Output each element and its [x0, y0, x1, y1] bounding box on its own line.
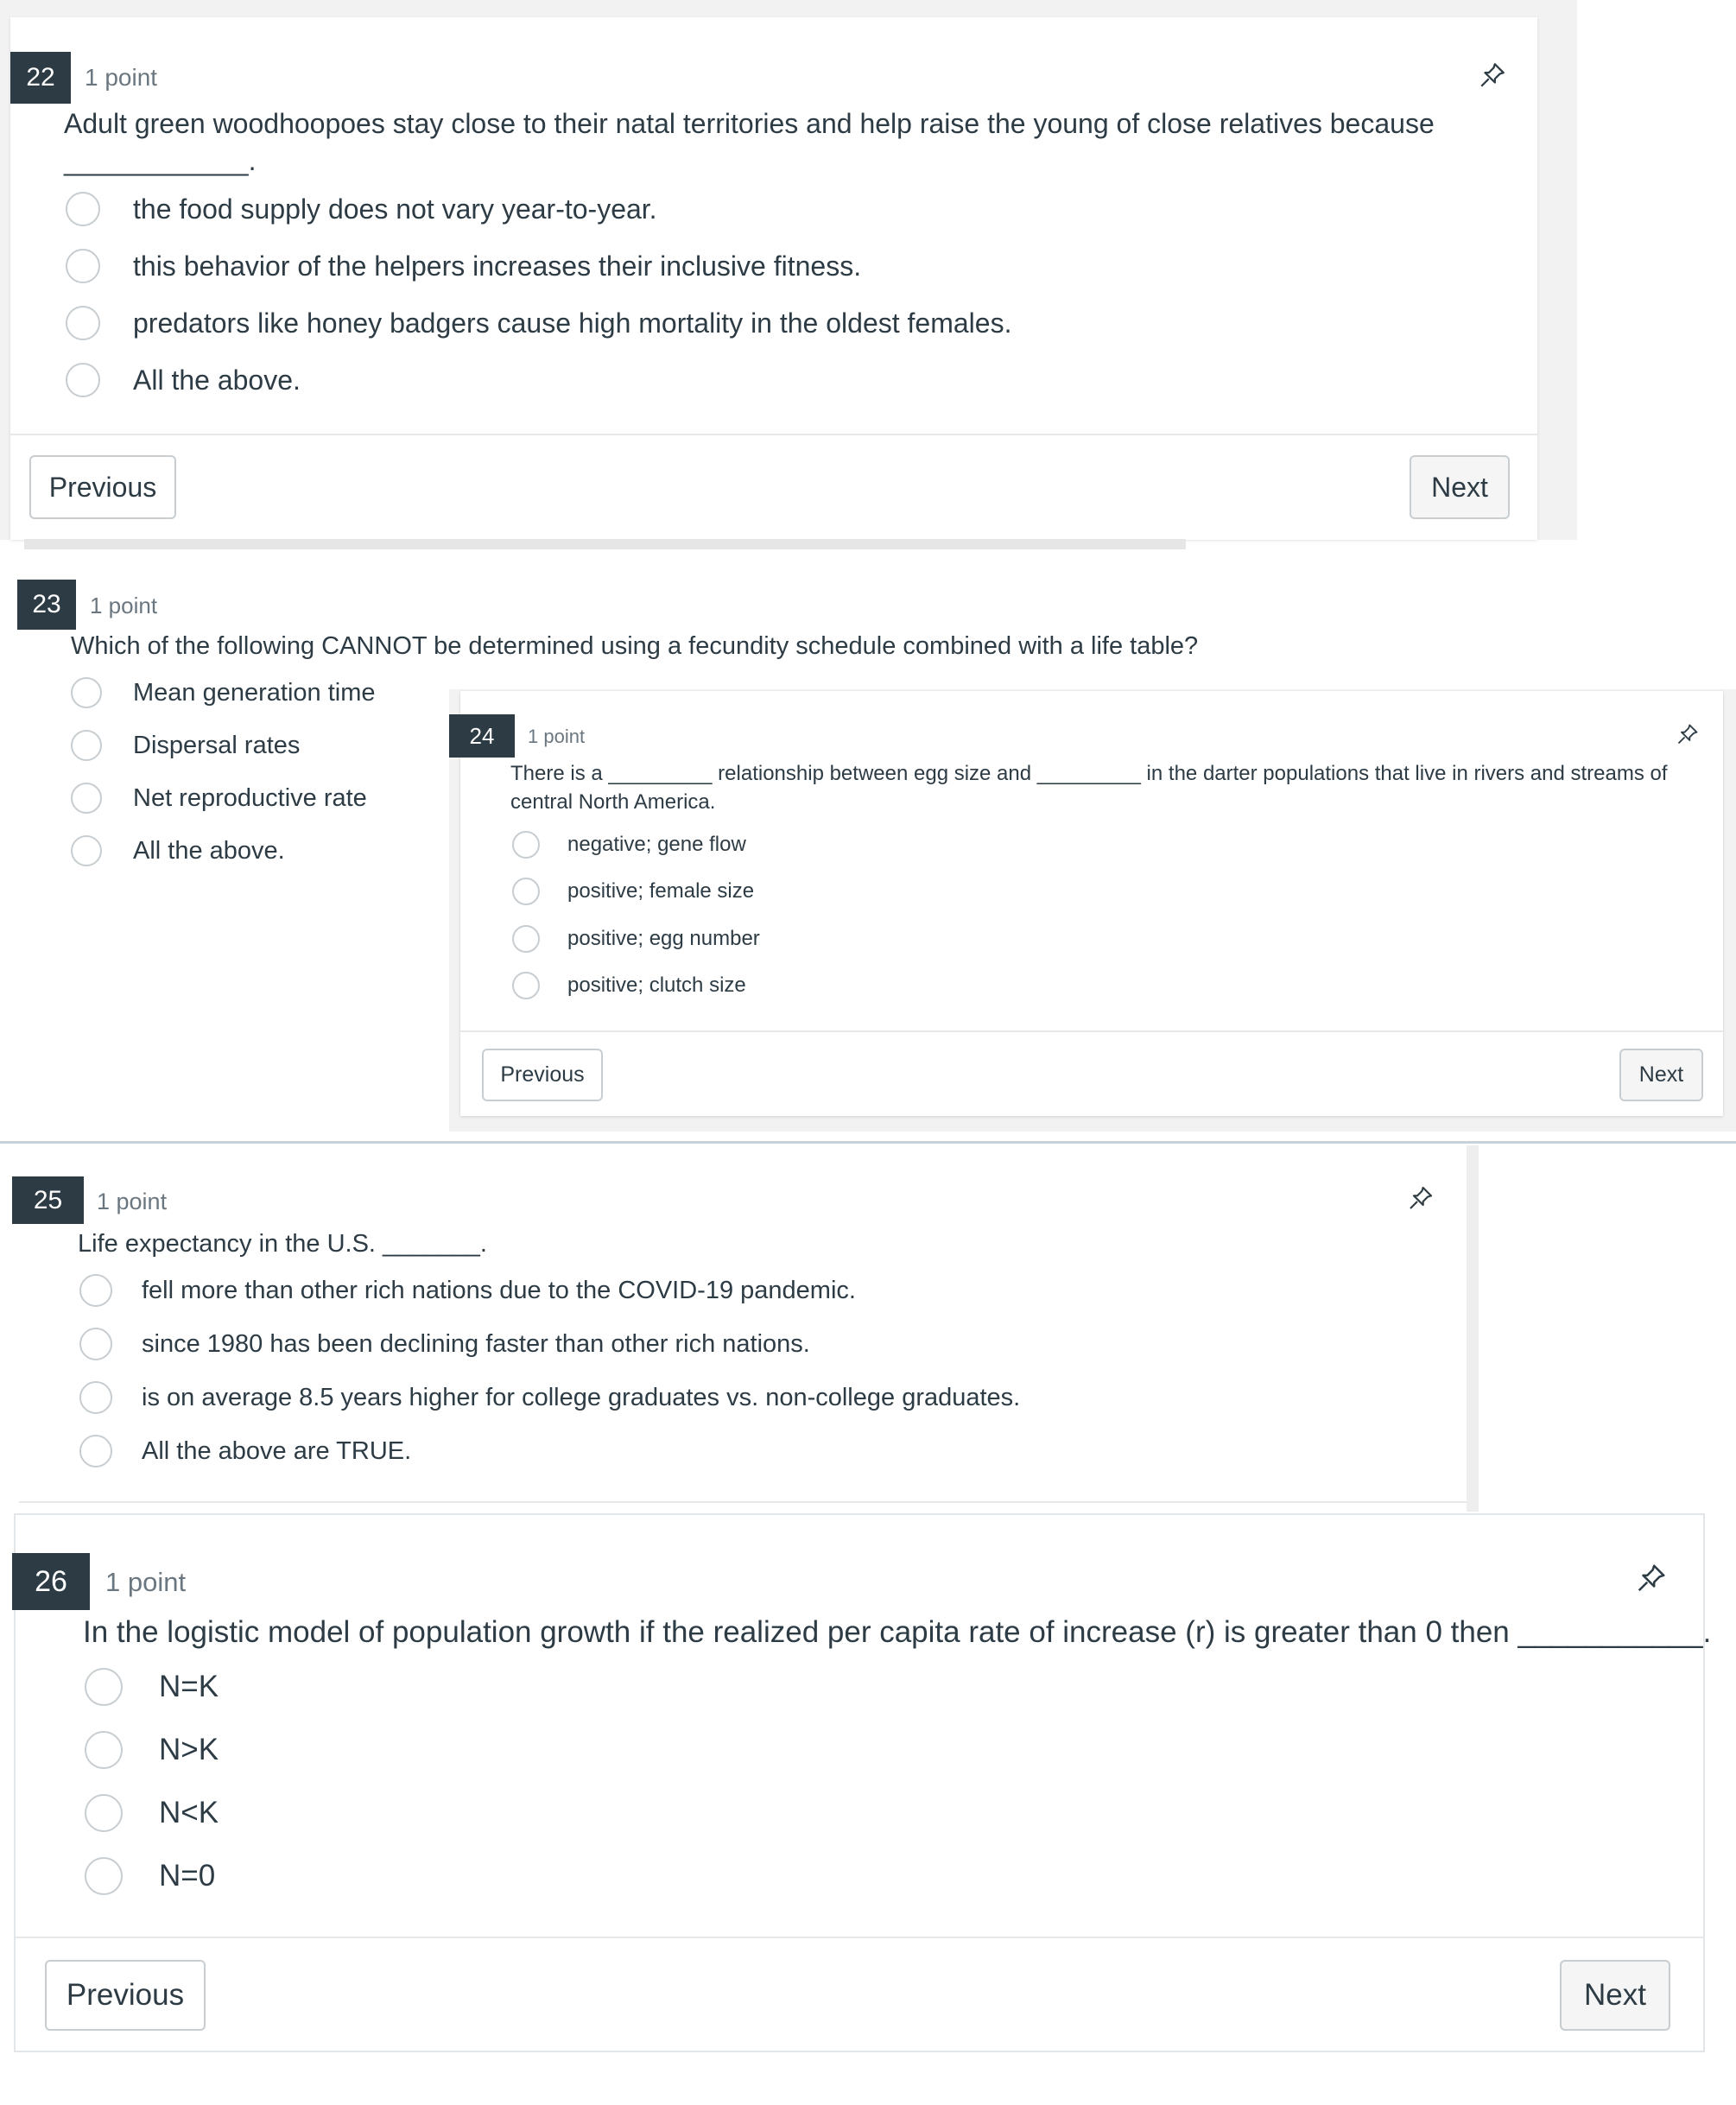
radio-button[interactable] [71, 835, 102, 866]
option-label: N>K [159, 1733, 219, 1766]
radio-button[interactable] [85, 1857, 123, 1895]
pin-icon[interactable] [1478, 60, 1507, 90]
option-label: positive; egg number [567, 927, 760, 950]
q25-option-1[interactable]: fell more than other rich nations due to… [79, 1273, 856, 1308]
q23-number: 23 [17, 580, 76, 630]
q24-question-line1: There is a _________ relationship betwee… [510, 762, 1668, 785]
q26-option-4[interactable]: N=0 [85, 1856, 215, 1896]
option-label: the food supply does not vary year-to-ye… [133, 193, 657, 225]
radio-button[interactable] [66, 249, 100, 283]
pin-icon[interactable] [1407, 1184, 1435, 1212]
q22-question-line1: Adult green woodhoopoes stay close to th… [64, 108, 1435, 139]
previous-button[interactable]: Previous [29, 455, 176, 519]
option-label: N=K [159, 1670, 219, 1703]
radio-button[interactable] [71, 783, 102, 814]
radio-button[interactable] [79, 1274, 112, 1307]
q25-option-2[interactable]: since 1980 has been declining faster tha… [79, 1327, 810, 1361]
q24-question-line2: central North America. [510, 790, 716, 814]
radio-button[interactable] [512, 878, 540, 905]
q26-option-3[interactable]: N<K [85, 1793, 219, 1833]
q25-footer-divider [19, 1501, 1467, 1503]
next-button[interactable]: Next [1619, 1049, 1703, 1101]
q26-footer-divider [16, 1937, 1703, 1938]
q26-option-2[interactable]: N>K [85, 1730, 219, 1770]
q22-option-4[interactable]: All the above. [66, 361, 301, 399]
q22-option-1[interactable]: the food supply does not vary year-to-ye… [66, 190, 657, 228]
option-label: predators like honey badgers cause high … [133, 307, 1012, 339]
option-label: N=0 [159, 1859, 216, 1893]
q24-option-2[interactable]: positive; female size [512, 877, 754, 906]
radio-button[interactable] [79, 1328, 112, 1360]
q23-option-2[interactable]: Dispersal rates [71, 728, 300, 763]
q24-option-4[interactable]: positive; clutch size [512, 971, 746, 1000]
q22-option-2[interactable]: this behavior of the helpers increases t… [66, 247, 861, 285]
next-button[interactable]: Next [1560, 1960, 1670, 2031]
q25-option-3[interactable]: is on average 8.5 years higher for colle… [79, 1380, 1020, 1415]
radio-button[interactable] [66, 192, 100, 226]
q26-question: In the logistic model of population grow… [83, 1615, 1712, 1649]
option-label: this behavior of the helpers increases t… [133, 250, 862, 282]
q25-points: 1 point [97, 1189, 168, 1214]
radio-button[interactable] [71, 677, 102, 708]
q22-points: 1 point [85, 64, 158, 91]
pin-icon[interactable] [1676, 722, 1700, 746]
q22-question-line2: ____________. [64, 145, 257, 176]
q23-option-4[interactable]: All the above. [71, 834, 285, 868]
radio-button[interactable] [512, 972, 540, 999]
q24-option-3[interactable]: positive; egg number [512, 924, 760, 954]
next-button[interactable]: Next [1410, 455, 1510, 519]
q23-option-3[interactable]: Net reproductive rate [71, 781, 367, 815]
radio-button[interactable] [85, 1668, 123, 1706]
radio-button[interactable] [85, 1731, 123, 1769]
option-label: Net reproductive rate [133, 783, 367, 812]
previous-button[interactable]: Previous [45, 1960, 206, 2031]
section-divider [0, 1141, 1736, 1144]
pin-icon[interactable] [1635, 1562, 1668, 1595]
q26-points: 1 point [105, 1567, 187, 1597]
radio-button[interactable] [66, 306, 100, 340]
radio-button[interactable] [512, 925, 540, 953]
scroll-separator [24, 539, 1186, 549]
option-label: All the above. [133, 836, 285, 865]
q25-right-backdrop [1467, 1145, 1479, 1512]
option-label: Dispersal rates [133, 731, 301, 759]
q23-question: Which of the following CANNOT be determi… [71, 632, 1199, 660]
option-label: negative; gene flow [567, 833, 746, 856]
previous-button[interactable]: Previous [482, 1049, 603, 1101]
option-label: All the above. [133, 364, 301, 396]
q26-option-1[interactable]: N=K [85, 1667, 219, 1707]
option-label: Mean generation time [133, 678, 376, 707]
q22-number: 22 [10, 52, 71, 104]
radio-button[interactable] [79, 1381, 112, 1414]
q24-points: 1 point [528, 726, 586, 747]
q26-card [14, 1513, 1705, 2052]
q23-points: 1 point [90, 593, 158, 618]
q24-option-1[interactable]: negative; gene flow [512, 830, 746, 859]
q22-option-3[interactable]: predators like honey badgers cause high … [66, 304, 1011, 342]
q25-question: Life expectancy in the U.S. _______. [78, 1230, 487, 1258]
radio-button[interactable] [512, 831, 540, 859]
option-label: positive; female size [567, 879, 755, 903]
radio-button[interactable] [71, 730, 102, 761]
q26-number: 26 [12, 1553, 90, 1610]
option-label: All the above are TRUE. [142, 1436, 412, 1465]
q24-footer-divider [460, 1030, 1723, 1032]
option-label: fell more than other rich nations due to… [142, 1276, 856, 1304]
q22-footer-divider [10, 434, 1537, 435]
option-label: is on average 8.5 years higher for colle… [142, 1383, 1021, 1411]
radio-button[interactable] [79, 1435, 112, 1468]
q23-option-1[interactable]: Mean generation time [71, 675, 376, 710]
q25-number: 25 [12, 1176, 84, 1224]
option-label: since 1980 has been declining faster tha… [142, 1329, 810, 1358]
option-label: N<K [159, 1796, 219, 1829]
radio-button[interactable] [85, 1794, 123, 1832]
q24-number: 24 [449, 714, 515, 758]
radio-button[interactable] [66, 363, 100, 397]
option-label: positive; clutch size [567, 973, 746, 997]
q25-option-4[interactable]: All the above are TRUE. [79, 1434, 411, 1468]
